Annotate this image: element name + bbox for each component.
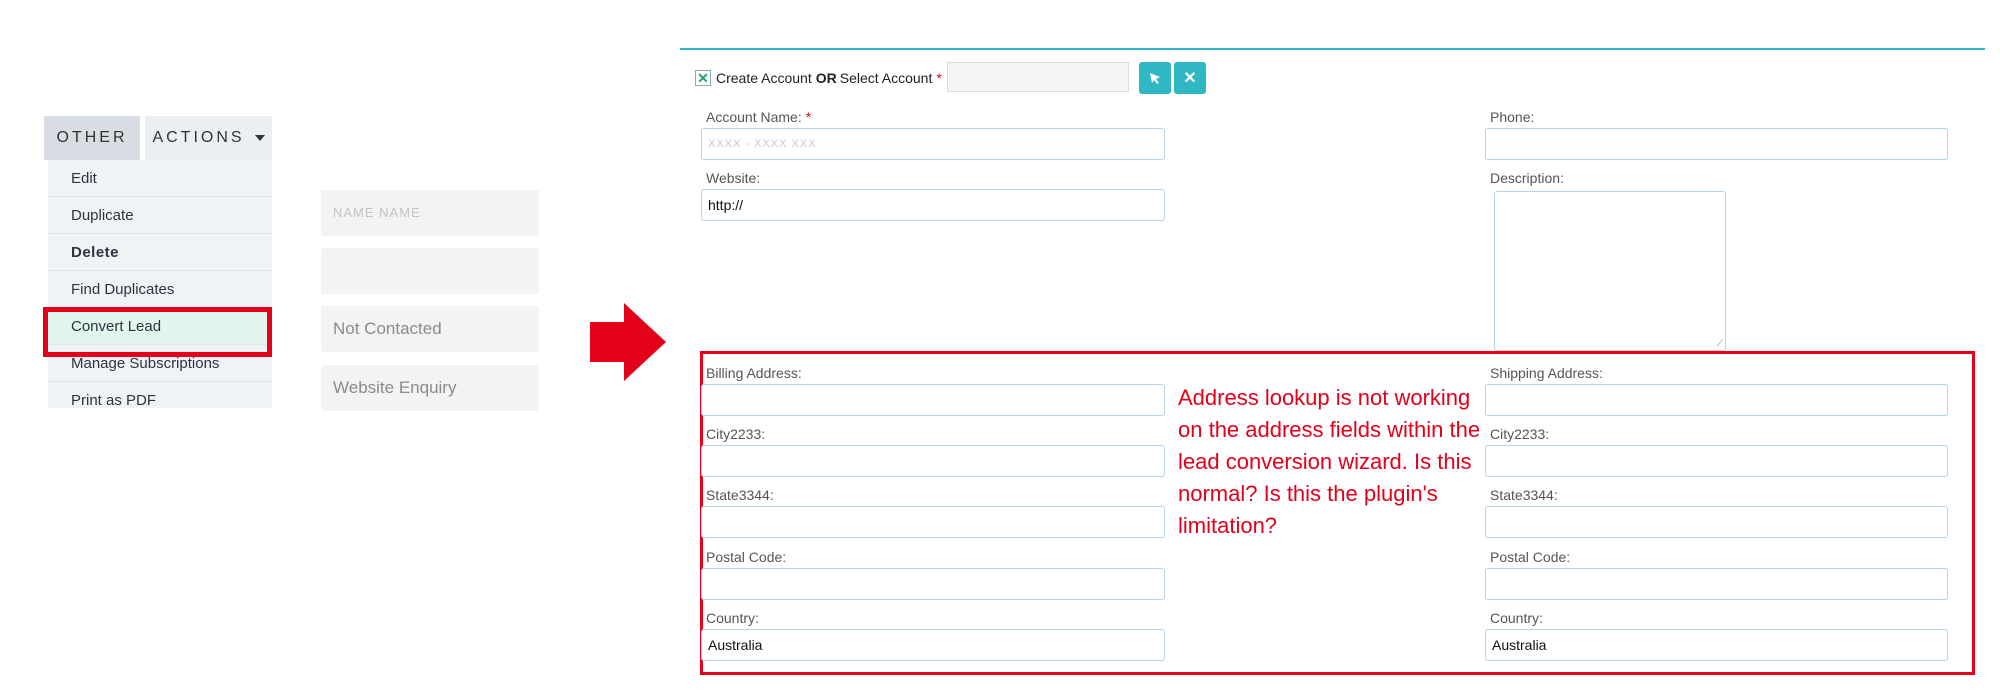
create-account-label: Create Account (716, 70, 812, 86)
billing-country-input[interactable]: Australia (701, 629, 1165, 661)
tab-actions-label: ACTIONS (152, 129, 245, 146)
website-label: Website: (706, 170, 761, 186)
website-input[interactable]: http:// (701, 189, 1165, 221)
lead-name-field: NAME NAME (321, 190, 539, 236)
or-label: OR (815, 70, 837, 86)
lead-source-field: Website Enquiry (321, 365, 539, 411)
billing-postal-input[interactable] (701, 568, 1165, 600)
billing-postal-label: Postal Code: (706, 549, 787, 565)
tab-other[interactable]: OTHER (44, 116, 140, 160)
account-name-input[interactable]: XXXX - XXXX XXX (701, 128, 1165, 160)
shipping-city-input[interactable] (1485, 445, 1948, 477)
billing-state-input[interactable] (701, 506, 1165, 538)
menu-item-print-as-pdf[interactable]: Print as PDF (48, 382, 272, 408)
phone-input[interactable] (1485, 128, 1948, 160)
shipping-state-label: State3344: (1490, 487, 1558, 503)
create-account-row: ✕ Create Account OR Select Account * (695, 62, 942, 94)
shipping-postal-label: Postal Code: (1490, 549, 1571, 565)
lead-blank-field (321, 248, 539, 294)
billing-city-input[interactable] (701, 445, 1165, 477)
billing-address-label: Billing Address: (706, 365, 802, 381)
shipping-state-input[interactable] (1485, 506, 1948, 538)
create-account-checkbox[interactable]: ✕ (695, 70, 711, 86)
convert-lead-highlight-box (43, 307, 272, 357)
description-textarea[interactable]: ⟋ (1494, 191, 1726, 351)
resize-grip-icon[interactable]: ⟋ (1717, 339, 1723, 348)
billing-state-label: State3344: (706, 487, 774, 503)
form-top-border (680, 48, 1985, 50)
shipping-country-label: Country: (1490, 610, 1543, 626)
billing-country-label: Country: (706, 610, 759, 626)
required-marker: * (936, 70, 942, 86)
phone-label: Phone: (1490, 109, 1535, 125)
tab-other-label: OTHER (56, 129, 128, 146)
tab-actions[interactable]: ACTIONS (145, 116, 272, 160)
cursor-arrow-icon (1150, 73, 1160, 84)
shipping-address-label: Shipping Address: (1490, 365, 1603, 381)
clear-account-button[interactable]: ✕ (1174, 62, 1206, 94)
menu-item-duplicate[interactable]: Duplicate (48, 197, 272, 234)
shipping-address-input[interactable] (1485, 384, 1948, 416)
select-account-button[interactable] (1139, 62, 1171, 94)
menu-item-find-duplicates[interactable]: Find Duplicates (48, 271, 272, 308)
billing-address-input[interactable] (701, 384, 1165, 416)
lead-status-field: Not Contacted (321, 306, 539, 352)
description-label: Description: (1490, 170, 1564, 186)
shipping-postal-input[interactable] (1485, 568, 1948, 600)
close-icon: ✕ (1183, 70, 1197, 87)
select-account-label: Select Account (839, 70, 933, 86)
account-name-label: Account Name: * (706, 109, 812, 125)
select-account-input[interactable] (947, 62, 1129, 92)
chevron-down-icon (254, 135, 265, 141)
actions-menu: Edit Duplicate Delete Find Duplicates Co… (48, 160, 272, 408)
arrow-right-icon (590, 303, 666, 381)
annotation-note: Address lookup is not working on the add… (1178, 385, 1481, 538)
shipping-city-label: City2233: (1490, 426, 1550, 442)
billing-city-label: City2233: (706, 426, 766, 442)
shipping-country-input[interactable]: Australia (1485, 629, 1948, 661)
menu-item-edit[interactable]: Edit (48, 160, 272, 197)
menu-item-delete[interactable]: Delete (48, 234, 272, 271)
